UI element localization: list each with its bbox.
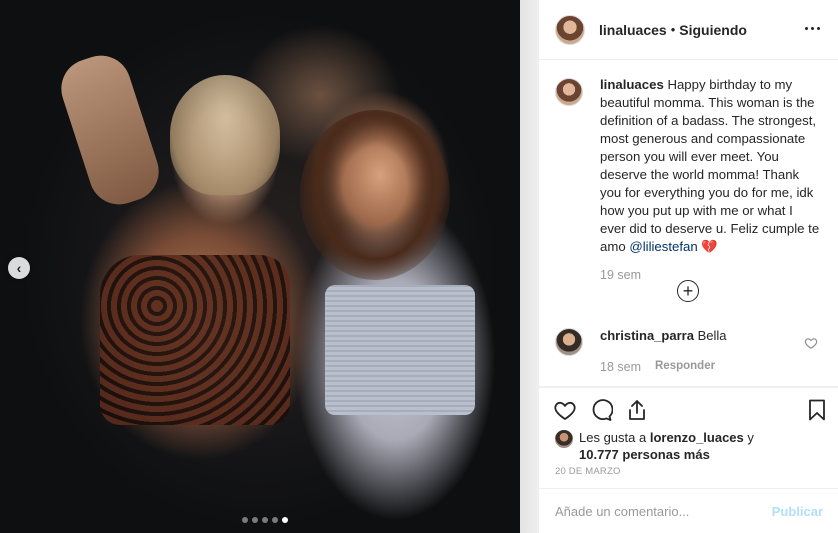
following-button[interactable]: Siguiendo <box>679 22 747 38</box>
carousel-dot <box>262 517 268 523</box>
photo-detail <box>170 75 280 195</box>
photo-detail <box>325 285 475 415</box>
share-icon[interactable] <box>625 398 649 422</box>
post-header: linaluaces • Siguiendo <box>539 0 838 60</box>
comment-item: christina_parra Bella 18 sem Responder <box>555 328 825 374</box>
post-side-panel: linaluaces • Siguiendo linaluaces Happy … <box>538 0 838 533</box>
commenter-avatar[interactable] <box>555 328 583 356</box>
more-options-icon[interactable] <box>802 18 822 38</box>
caption-text: Happy birthday to my beautiful momma. Th… <box>600 77 820 254</box>
caption-mention[interactable]: @liliestefan <box>629 239 697 254</box>
likes-summary: Les gusta a lorenzo_luaces y 10.777 pers… <box>555 429 759 463</box>
photo-detail <box>300 110 450 280</box>
instagram-post-dialog: ‹ linaluaces • Siguiendo linaluaces Happ… <box>0 0 838 533</box>
comment-input[interactable] <box>555 503 765 519</box>
likes-text[interactable]: Les gusta a lorenzo_luaces y 10.777 pers… <box>579 429 759 463</box>
publish-button[interactable]: Publicar <box>772 504 823 519</box>
chevron-left-icon: ‹ <box>16 260 22 276</box>
liker-avatar[interactable] <box>555 430 573 448</box>
action-bar <box>539 387 838 429</box>
photo-detail <box>100 255 290 425</box>
carousel-dot <box>252 517 258 523</box>
caption-avatar[interactable] <box>555 78 583 106</box>
comment-timestamp[interactable]: 18 sem <box>600 360 641 374</box>
comment-username[interactable]: christina_parra <box>600 328 694 343</box>
liker-username[interactable]: lorenzo_luaces <box>650 430 744 445</box>
author-username[interactable]: linaluaces <box>599 22 667 38</box>
post-photo[interactable] <box>0 0 520 533</box>
comment-form: Publicar <box>539 488 838 533</box>
carousel-dot-active <box>282 517 288 523</box>
add-circle-icon[interactable]: + <box>677 280 699 302</box>
carousel-dot <box>242 517 248 523</box>
likes-count[interactable]: 10.777 personas más <box>579 447 710 462</box>
likes-prefix: Les gusta a <box>579 430 647 445</box>
separator-dot: • <box>670 22 676 37</box>
carousel-dot <box>272 517 278 523</box>
photo-detail <box>53 47 167 213</box>
small-heart-icon[interactable] <box>804 336 818 350</box>
caption: linaluaces Happy birthday to my beautifu… <box>555 76 822 284</box>
comment-meta: 18 sem Responder <box>600 360 726 374</box>
heart-icon[interactable] <box>553 398 577 422</box>
carousel-prev-button[interactable]: ‹ <box>8 257 30 279</box>
comment-text: Bella <box>697 328 727 343</box>
caption-timestamp[interactable]: 19 sem <box>600 266 822 284</box>
caption-username[interactable]: linaluaces <box>600 77 664 92</box>
carousel-indicator <box>242 517 288 523</box>
comment-body: christina_parra Bella 18 sem Responder <box>600 328 726 374</box>
bookmark-icon[interactable] <box>805 398 829 422</box>
reply-button[interactable]: Responder <box>655 360 715 374</box>
likes-conjunction: y <box>747 430 754 445</box>
broken-heart-emoji: 💔 <box>701 239 718 254</box>
comment-icon[interactable] <box>589 398 613 422</box>
author-avatar[interactable] <box>555 14 585 45</box>
post-media: ‹ <box>0 0 538 533</box>
caption-body: linaluaces Happy birthday to my beautifu… <box>600 76 822 284</box>
post-date[interactable]: 20 DE MARZO <box>555 466 621 477</box>
